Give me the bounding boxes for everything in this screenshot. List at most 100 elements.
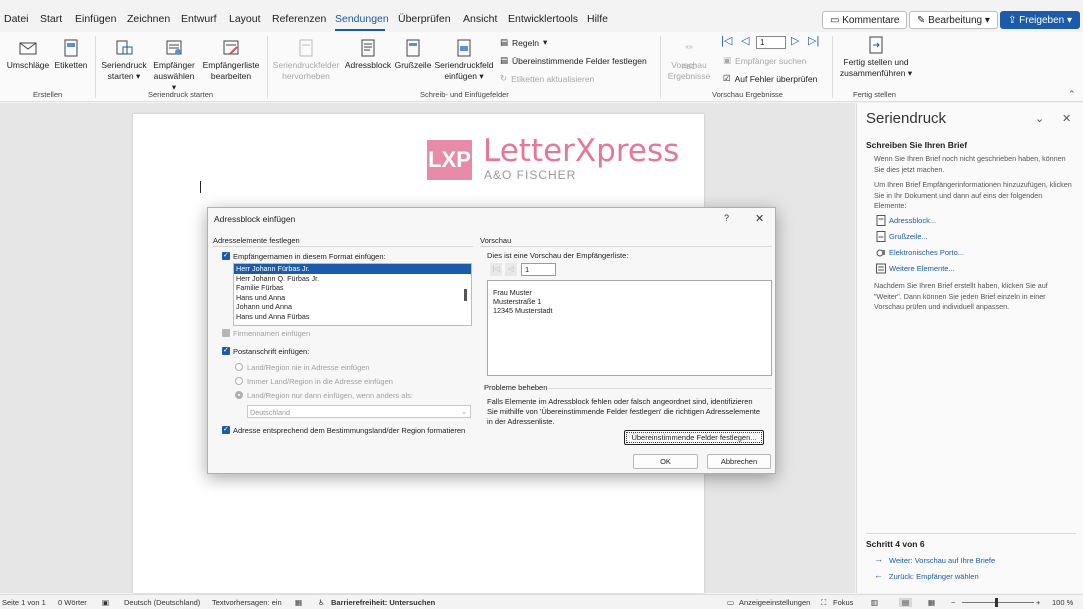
zoom-slider-thumb[interactable]: [995, 598, 998, 607]
etiketten-button[interactable]: Etiketten: [52, 38, 90, 71]
editing-button[interactable]: ✎ Bearbeitung ▾: [909, 11, 998, 29]
first-record-icon[interactable]: |◁: [721, 34, 732, 47]
format-country-checkbox[interactable]: [222, 425, 230, 434]
previous-preview-icon[interactable]: ◁: [505, 263, 517, 276]
status-bar: Seite 1 von 1 0 Wörter ▣ Deutsch (Deutsc…: [0, 594, 1083, 609]
list-item[interactable]: Hans und Anna Fürbas: [234, 312, 471, 322]
chevron-down-icon[interactable]: ⌄: [1035, 112, 1044, 125]
empfaenger-auswaehlen-button[interactable]: Empfänger auswählen ▾: [151, 38, 197, 93]
preview-record-input[interactable]: 1: [521, 263, 556, 276]
match-fields-button[interactable]: Übereinstimmende Felder festlegen...: [624, 430, 764, 445]
last-record-icon[interactable]: ▷|: [808, 34, 819, 47]
list-item[interactable]: Johann und Anna: [234, 302, 471, 312]
display-settings[interactable]: Anzeigeeinstellungen: [739, 598, 810, 607]
empfaenger-suchen-button[interactable]: ▣ Empfänger suchen: [723, 55, 806, 66]
next-record-icon[interactable]: ▷: [791, 34, 799, 47]
regeln-button[interactable]: ▤ Regeln ▾: [500, 37, 547, 48]
tab-sendungen[interactable]: Sendungen: [335, 13, 389, 25]
link-weitere-elemente[interactable]: Weitere Elemente...: [889, 264, 955, 273]
print-layout-icon[interactable]: ▤: [899, 598, 913, 607]
preview-heading: Vorschau: [480, 236, 512, 245]
macro-icon[interactable]: ▦: [295, 598, 302, 607]
previous-step-link[interactable]: Zurück: Empfänger wählen: [889, 572, 979, 581]
grusszeile-button[interactable]: Grußzeile: [394, 38, 432, 71]
close-icon[interactable]: ✕: [755, 212, 764, 225]
previous-record-icon[interactable]: ◁: [741, 34, 749, 47]
name-format-checkbox[interactable]: [222, 251, 230, 260]
comments-button[interactable]: ▭ Kommentare: [822, 11, 908, 29]
zoom-level[interactable]: 100 %: [1052, 598, 1073, 607]
vorschau-ergebnisse-button[interactable]: «» ABC Vorschau Ergebnisse: [665, 38, 713, 82]
zoom-slider[interactable]: [962, 602, 1034, 603]
section-heading: Adresselemente festlegen: [213, 236, 300, 245]
umschlaege-button[interactable]: Umschläge: [6, 38, 50, 71]
felder-festlegen-button[interactable]: ▤ Übereinstimmende Felder festlegen: [500, 55, 647, 66]
focus-mode[interactable]: Fokus: [833, 598, 853, 607]
tab-datei[interactable]: Datei: [4, 13, 29, 25]
tab-ueberpruefen[interactable]: Überprüfen: [398, 13, 451, 25]
web-layout-icon[interactable]: ▦: [928, 598, 935, 607]
mail-merge-pane: Seriendruck ⌄ ✕ Schreiben Sie Ihren Brie…: [856, 103, 1083, 593]
seriendruckfeld-einfuegen-button[interactable]: Seriendruckfeld einfügen ▾: [433, 38, 495, 82]
adressblock-button[interactable]: Adressblock: [343, 38, 393, 71]
spelling-icon[interactable]: ▣: [102, 598, 109, 607]
tab-einfuegen[interactable]: Einfügen: [75, 13, 116, 25]
fehler-ueberpruefen-button[interactable]: ☑ Auf Fehler überprüfen: [723, 73, 817, 84]
tab-zeichnen[interactable]: Zeichnen: [127, 13, 170, 25]
preview-label: Dies ist eine Vorschau der Empfängerlist…: [487, 251, 629, 260]
list-item[interactable]: Hans und Anna: [234, 293, 471, 303]
tab-layout[interactable]: Layout: [229, 13, 261, 25]
pane-paragraph: Um Ihren Brief Empfängerinformationen hi…: [874, 180, 1072, 210]
country-select[interactable]: Deutschland ⌄: [247, 405, 471, 418]
share-button[interactable]: ⇪ Freigeben ▾: [1000, 11, 1081, 29]
next-step-link[interactable]: Weiter: Vorschau auf Ihre Briefe: [889, 556, 995, 565]
page-count[interactable]: Seite 1 von 1: [2, 598, 46, 607]
first-preview-icon[interactable]: |◁: [490, 263, 502, 276]
country-conditional-radio[interactable]: [235, 391, 243, 399]
zoom-out-icon[interactable]: −: [951, 598, 955, 607]
link-adressblock[interactable]: Adressblock...: [889, 216, 936, 225]
record-number-input[interactable]: 1: [756, 36, 786, 49]
divider: [548, 388, 772, 389]
felder-hervorheben-button[interactable]: Seriendruckfelder hervorheben: [272, 38, 340, 82]
zoom-in-icon[interactable]: +: [1036, 598, 1040, 607]
collapse-ribbon-icon[interactable]: ⌃: [1068, 89, 1076, 100]
more-items-icon: [876, 263, 886, 274]
address-block-dialog: Adressblock einfügen ? ✕ Adresselemente …: [207, 207, 776, 474]
tab-start[interactable]: Start: [40, 13, 62, 25]
pencil-icon: ✎: [917, 15, 926, 26]
scrollbar[interactable]: [464, 289, 467, 301]
postal-address-checkbox[interactable]: [222, 346, 230, 355]
ok-button[interactable]: OK: [633, 454, 698, 469]
list-item[interactable]: Herr Johann Fürbas Jr.: [234, 264, 471, 274]
find-recipient-icon: ▣: [723, 55, 732, 65]
divider: [866, 533, 1076, 534]
etiketten-aktualisieren-button[interactable]: ↻ Etiketten aktualisieren: [500, 73, 594, 84]
tab-entwurf[interactable]: Entwurf: [181, 13, 217, 25]
tab-ansicht[interactable]: Ansicht: [463, 13, 497, 25]
help-button[interactable]: ?: [724, 213, 729, 223]
language[interactable]: Deutsch (Deutschland): [124, 598, 200, 607]
cancel-button[interactable]: Abbrechen: [707, 454, 771, 469]
tab-referenzen[interactable]: Referenzen: [272, 13, 326, 25]
tab-hilfe[interactable]: Hilfe: [587, 13, 608, 25]
fertig-stellen-button[interactable]: Fertig stellen und zusammenführen ▾: [838, 35, 914, 79]
tab-entwicklertools[interactable]: Entwicklertools: [508, 13, 578, 25]
list-item[interactable]: Herr Johann Q. Fürbas Jr.: [234, 274, 471, 284]
accessibility-icon[interactable]: ♿: [318, 598, 325, 607]
seriendruck-starten-button[interactable]: Seriendruck starten ▾: [100, 38, 148, 82]
read-mode-icon[interactable]: ▥: [871, 598, 878, 607]
country-always-radio[interactable]: [235, 377, 243, 385]
accessibility-status[interactable]: Barrierefreiheit: Untersuchen: [331, 598, 435, 607]
company-checkbox[interactable]: [222, 329, 230, 337]
text-prediction[interactable]: Textvorhersagen: ein: [212, 598, 282, 607]
country-never-radio[interactable]: [235, 363, 243, 371]
word-count[interactable]: 0 Wörter: [58, 598, 87, 607]
link-elektronisches-porto[interactable]: Elektronisches Porto...: [889, 248, 964, 257]
empfaengerliste-bearbeiten-button[interactable]: Empfängerliste bearbeiten: [199, 38, 263, 82]
link-grusszeile[interactable]: Grußzeile...: [889, 232, 928, 241]
name-format-list[interactable]: Herr Johann Fürbas Jr. Herr Johann Q. Fü…: [233, 263, 472, 326]
share-icon: ⇪: [1008, 15, 1017, 26]
list-item[interactable]: Familie Fürbas: [234, 283, 471, 293]
close-icon[interactable]: ✕: [1062, 112, 1071, 125]
